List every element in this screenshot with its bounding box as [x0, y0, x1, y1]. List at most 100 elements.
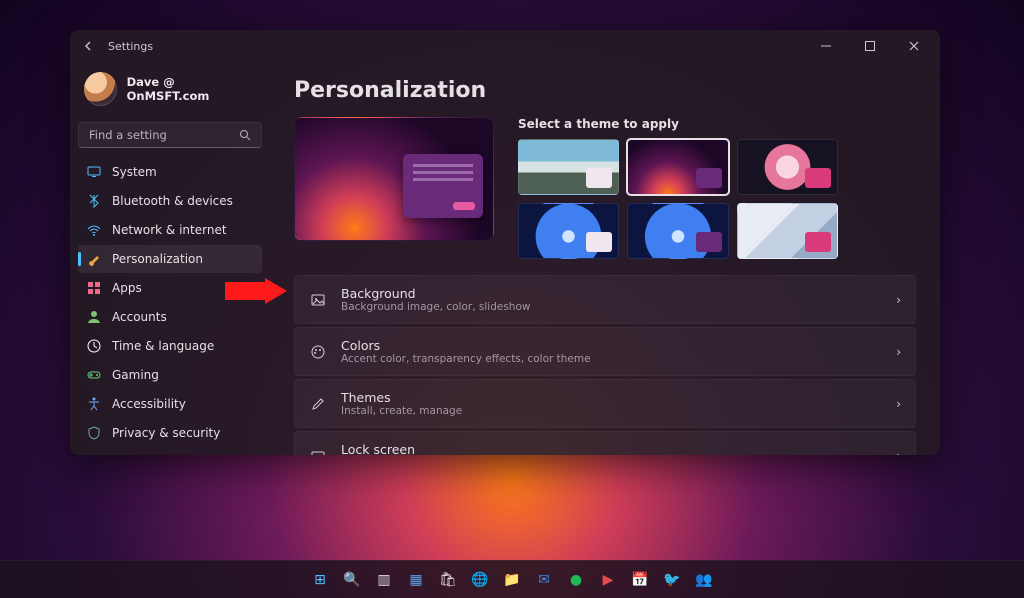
- theme-mini-window: [696, 168, 722, 188]
- taskbar-start-icon[interactable]: ⊞: [307, 567, 333, 593]
- taskbar-teams-icon[interactable]: 👥: [691, 567, 717, 593]
- row-subtitle: Accent color, transparency effects, colo…: [341, 353, 882, 365]
- person-icon: [86, 309, 102, 325]
- theme-option-captured-motion-dark[interactable]: [627, 203, 728, 259]
- taskbar-store-icon[interactable]: 🛍: [435, 567, 461, 593]
- chevron-right-icon: ›: [896, 345, 901, 359]
- taskbar-twitter-icon[interactable]: 🐦: [659, 567, 685, 593]
- main-content: Personalization Select a theme to apply …: [270, 62, 940, 455]
- row-title: Background: [341, 286, 882, 301]
- sidebar-item-label: Bluetooth & devices: [112, 194, 233, 208]
- brush-icon: [86, 251, 102, 267]
- window-controls: [804, 30, 936, 62]
- theme-option-windows-light[interactable]: [518, 139, 619, 195]
- wifi-icon: [86, 222, 102, 238]
- sidebar-item-privacy-security[interactable]: Privacy & security: [78, 419, 262, 447]
- theme-mini-window: [805, 232, 831, 252]
- row-text: BackgroundBackground image, color, slide…: [341, 286, 882, 313]
- themes-panel: Select a theme to apply: [518, 117, 916, 259]
- sidebar-item-time-language[interactable]: Time & language: [78, 332, 262, 360]
- sidebar-item-windows-update[interactable]: Windows Update: [78, 448, 262, 455]
- taskbar-mail-icon[interactable]: ✉: [531, 567, 557, 593]
- sidebar: Dave @ OnMSFT.com Find a setting System B…: [70, 62, 270, 455]
- theme-option-captured-motion-light[interactable]: [518, 203, 619, 259]
- row-subtitle: Background image, color, slideshow: [341, 301, 882, 313]
- close-icon: [909, 41, 919, 51]
- minimize-button[interactable]: [804, 30, 848, 62]
- row-subtitle: Install, create, manage: [341, 405, 882, 417]
- sidebar-item-network-internet[interactable]: Network & internet: [78, 216, 262, 244]
- nav-list: System Bluetooth & devices Network & inter…: [78, 158, 262, 455]
- taskbar-calendar-icon[interactable]: 📅: [627, 567, 653, 593]
- theme-option-sunrise[interactable]: [737, 203, 838, 259]
- row-title: Themes: [341, 390, 882, 405]
- theme-mini-window: [696, 232, 722, 252]
- taskbar: ⊞🔍▥▦🛍🌐📁✉●▶📅🐦👥: [0, 560, 1024, 598]
- lock-icon: [309, 447, 327, 456]
- taskbar-explorer-icon[interactable]: 📁: [499, 567, 525, 593]
- back-arrow-icon: [83, 40, 95, 52]
- row-colors[interactable]: ColorsAccent color, transparency effects…: [294, 327, 916, 376]
- close-button[interactable]: [892, 30, 936, 62]
- back-button[interactable]: [82, 39, 96, 53]
- sidebar-item-label: Time & language: [112, 339, 214, 353]
- monitor-icon: [86, 164, 102, 180]
- row-text: ThemesInstall, create, manage: [341, 390, 882, 417]
- sidebar-item-label: Network & internet: [112, 223, 227, 237]
- chevron-right-icon: ›: [896, 293, 901, 307]
- row-background[interactable]: BackgroundBackground image, color, slide…: [294, 275, 916, 324]
- desktop-preview[interactable]: [294, 117, 494, 241]
- taskbar-widgets-icon[interactable]: ▦: [403, 567, 429, 593]
- taskbar-edge-icon[interactable]: 🌐: [467, 567, 493, 593]
- theme-grid: [518, 139, 838, 259]
- sidebar-item-label: Gaming: [112, 368, 159, 382]
- theme-mini-window: [805, 168, 831, 188]
- row-lockscreen[interactable]: Lock screenLock screen images, apps, ani…: [294, 431, 916, 455]
- page-title: Personalization: [294, 78, 916, 103]
- preview-sample-window: [403, 154, 483, 218]
- image-icon: [309, 291, 327, 309]
- sidebar-item-label: Apps: [112, 281, 142, 295]
- sidebar-item-personalization[interactable]: Personalization: [78, 245, 262, 273]
- taskbar-spotify-icon[interactable]: ●: [563, 567, 589, 593]
- pen-icon: [309, 395, 327, 413]
- sidebar-item-label: System: [112, 165, 157, 179]
- bluetooth-icon: [86, 193, 102, 209]
- search-input[interactable]: Find a setting: [78, 122, 262, 148]
- maximize-icon: [865, 41, 875, 51]
- row-title: Colors: [341, 338, 882, 353]
- search-placeholder: Find a setting: [89, 128, 167, 142]
- gamepad-icon: [86, 367, 102, 383]
- row-themes[interactable]: ThemesInstall, create, manage ›: [294, 379, 916, 428]
- maximize-button[interactable]: [848, 30, 892, 62]
- settings-window: Settings Dave @ OnMSFT.com Find a settin…: [70, 30, 940, 455]
- sidebar-item-label: Privacy & security: [112, 426, 220, 440]
- shield-icon: [86, 425, 102, 441]
- theme-mini-window: [586, 232, 612, 252]
- profile-name: Dave @ OnMSFT.com: [127, 75, 256, 103]
- theme-option-windows-dark[interactable]: [627, 139, 728, 195]
- taskbar-task-view-icon[interactable]: ▥: [371, 567, 397, 593]
- settings-rows: BackgroundBackground image, color, slide…: [294, 275, 916, 455]
- profile-block[interactable]: Dave @ OnMSFT.com: [78, 66, 262, 120]
- sidebar-item-bluetooth-devices[interactable]: Bluetooth & devices: [78, 187, 262, 215]
- personalization-hero: Select a theme to apply: [294, 117, 916, 259]
- sidebar-item-accessibility[interactable]: Accessibility: [78, 390, 262, 418]
- taskbar-search-icon[interactable]: 🔍: [339, 567, 365, 593]
- chevron-right-icon: ›: [896, 397, 901, 411]
- taskbar-play-icon[interactable]: ▶: [595, 567, 621, 593]
- sidebar-item-gaming[interactable]: Gaming: [78, 361, 262, 389]
- clock-icon: [86, 338, 102, 354]
- accessibility-icon: [86, 396, 102, 412]
- theme-mini-window: [586, 168, 612, 188]
- sidebar-item-apps[interactable]: Apps: [78, 274, 262, 302]
- sidebar-item-accounts[interactable]: Accounts: [78, 303, 262, 331]
- avatar: [84, 72, 117, 106]
- theme-option-glow[interactable]: [737, 139, 838, 195]
- update-icon: [86, 454, 102, 455]
- sidebar-item-system[interactable]: System: [78, 158, 262, 186]
- app-title: Settings: [108, 40, 153, 53]
- titlebar: Settings: [70, 30, 940, 62]
- palette-icon: [309, 343, 327, 361]
- chevron-right-icon: ›: [896, 449, 901, 456]
